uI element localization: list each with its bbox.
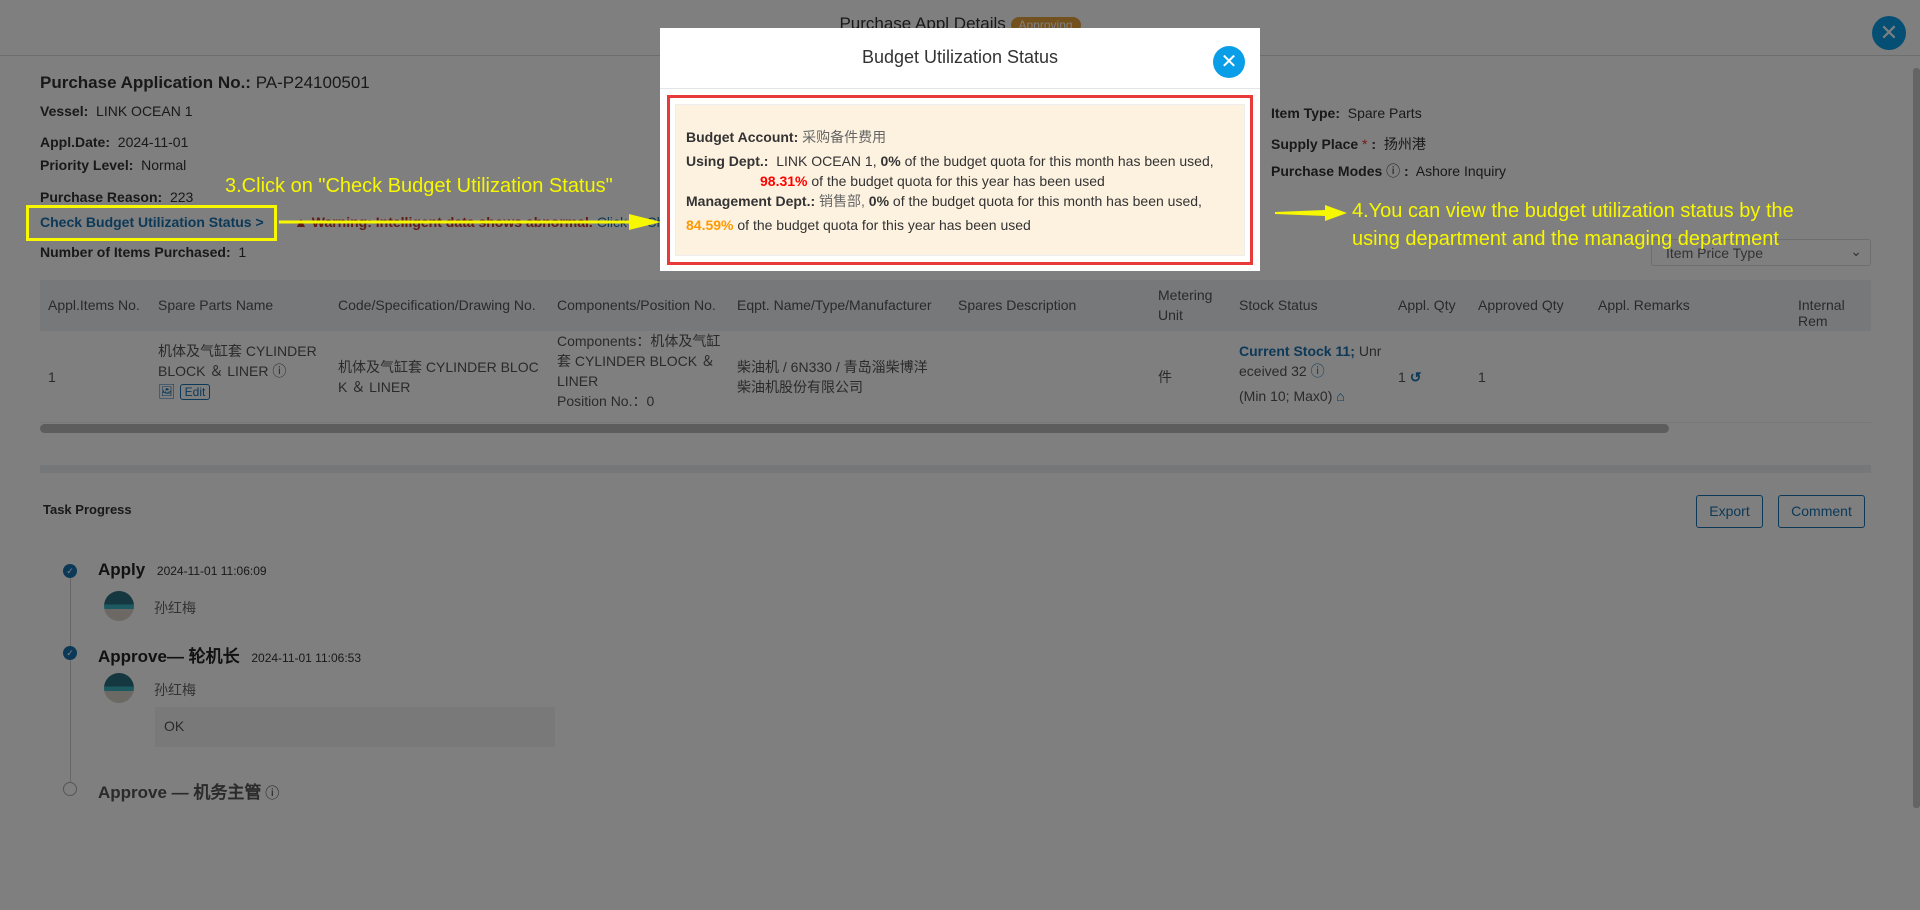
annotation-highlight-box [26, 205, 277, 241]
year-text: of the budget quota for this year has be… [737, 217, 1031, 233]
annotation-arrow-right [279, 214, 661, 230]
mgmt-dept: 销售部, [819, 193, 865, 209]
modal-title: Budget Utilization Status [861, 47, 1059, 67]
using-dept: LINK OCEAN 1, [776, 153, 877, 169]
using-year-pct: 98.31% [760, 173, 808, 189]
annotation-step3: 3.Click on "Check Budget Utilization Sta… [225, 175, 613, 197]
close-modal-button[interactable]: ✕ [1213, 46, 1245, 78]
account-value: 采购备件费用 [802, 129, 887, 145]
annotation-arrow-right [1275, 205, 1347, 221]
using-month-pct: 0% [880, 153, 901, 169]
modal-divider [660, 88, 1260, 89]
budget-panel: Budget Account: 采购备件费用 Using Dept.: LINK… [675, 104, 1245, 256]
budget-modal: Budget Utilization Status ✕ Budget Accou… [660, 28, 1260, 271]
annotation-step4-line1: 4.You can view the budget utilization st… [1352, 200, 1794, 222]
annotation-step4-line2: using department and the managing depart… [1352, 228, 1779, 250]
mgmt-year-pct: 84.59% [686, 217, 734, 233]
account-label: Budget Account: [686, 129, 799, 145]
using-label: Using Dept.: [686, 153, 769, 169]
month-text: of the budget quota for this month has b… [892, 193, 1202, 209]
month-text: of the budget quota for this month has b… [904, 153, 1214, 169]
year-text: of the budget quota for this year has be… [811, 173, 1105, 189]
mgmt-label: Management Dept.: [686, 193, 816, 209]
mgmt-month-pct: 0% [868, 193, 890, 209]
